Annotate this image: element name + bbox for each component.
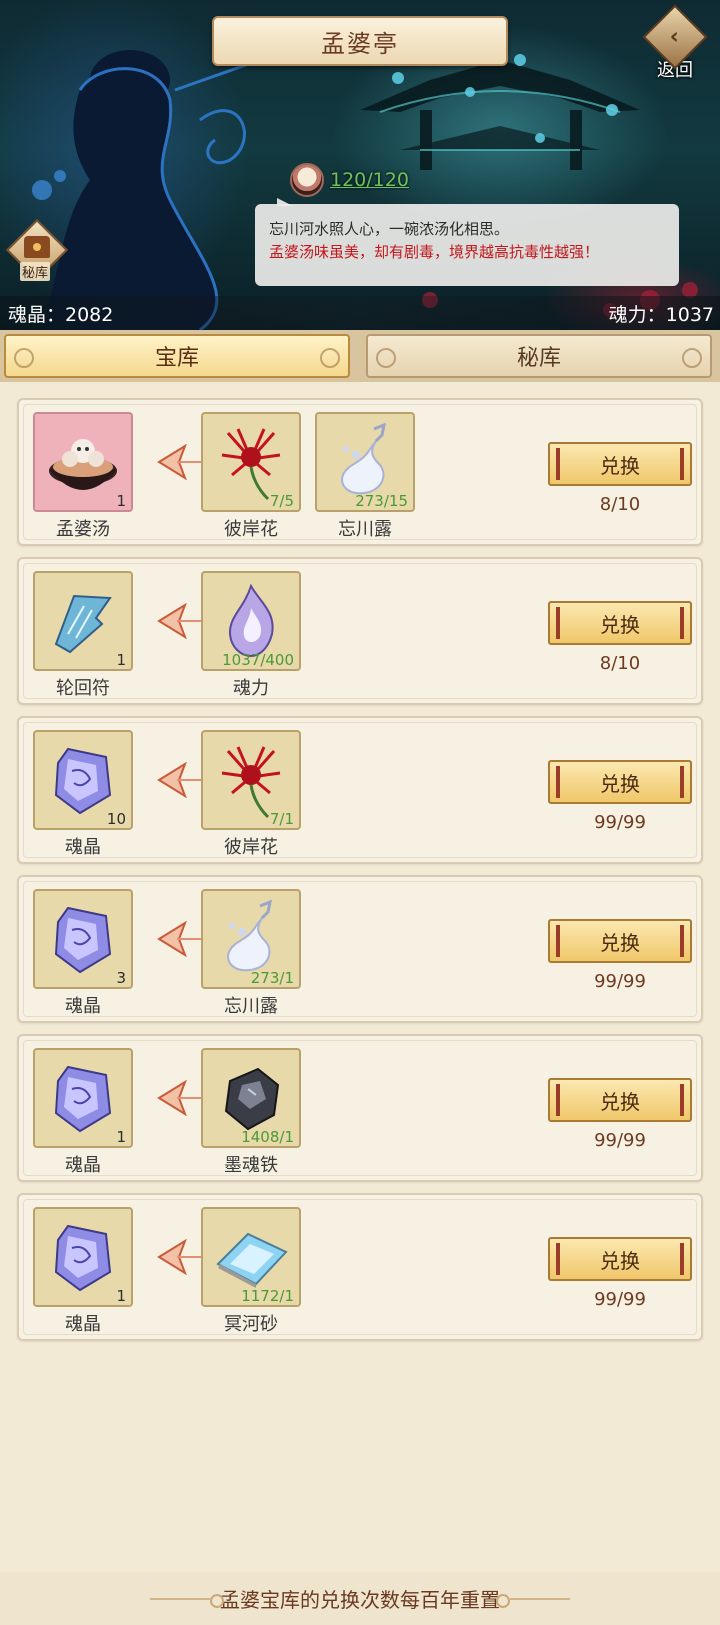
exchange-limit: 8/10 [599, 653, 641, 674]
exchange-row: 1 孟婆汤 7/5 彼岸花 273/15 忘川露 兑换 8/10 [17, 398, 703, 546]
exchange-button[interactable]: 兑换 [548, 760, 692, 804]
cost-item[interactable]: 1037/400 魂力 [201, 571, 301, 699]
cost-item[interactable]: 7/5 彼岸花 [201, 412, 301, 540]
exchange-limit: 99/99 [594, 1130, 646, 1151]
cost-item[interactable]: 7/1 彼岸花 [201, 730, 301, 858]
exchange-row: 3 魂晶 273/1 忘川露 兑换 99/99 [17, 875, 703, 1023]
reward-name: 魂晶 [65, 1155, 101, 1176]
exchange-row: 10 魂晶 7/1 彼岸花 兑换 99/99 [17, 716, 703, 864]
soul-crystal-amount: 魂晶：2082 [8, 303, 114, 326]
footer-ornament-left [150, 1593, 224, 1608]
reward-item[interactable]: 1 魂晶 [33, 1207, 133, 1335]
soup-bowl-icon [49, 439, 117, 490]
reward-count: 1 [116, 492, 126, 510]
npc-dialog: 忘川河水照人心，一碗浓汤化相思。 孟婆汤味虽美，却有剧毒，境界越高抗毒性越强！ [255, 198, 679, 286]
cost-count: 273/1 [250, 969, 294, 987]
page-title-plaque: 孟婆亭 [212, 16, 508, 66]
back-button[interactable]: ‹ 返回 [640, 4, 710, 84]
reward-name: 魂晶 [65, 837, 101, 858]
reward-name: 魂晶 [65, 1314, 101, 1335]
footer-ornament-right [496, 1593, 570, 1608]
treasure-chest-icon [24, 236, 50, 258]
cost-name: 忘川露 [338, 519, 392, 540]
reward-item[interactable]: 10 魂晶 [33, 730, 133, 858]
reward-name: 孟婆汤 [56, 519, 110, 540]
cost-count: 1037/400 [222, 651, 294, 669]
cost-name: 彼岸花 [224, 519, 278, 540]
reward-item[interactable]: 1 魂晶 [33, 1048, 133, 1176]
header-scene: 孟婆亭 ‹ 返回 120/120 忘川河水照人心，一碗浓汤化相思。 孟婆汤味虽美… [0, 0, 720, 330]
exchange-row: 1 魂晶 1408/1 墨魂铁 兑换 99/99 [17, 1034, 703, 1182]
exchange-button[interactable]: 兑换 [548, 919, 692, 963]
cost-name: 彼岸花 [224, 837, 278, 858]
exchange-button[interactable]: 兑换 [548, 1078, 692, 1122]
soul-power-amount: 魂力：1037 [608, 303, 714, 326]
reward-name: 魂晶 [65, 996, 101, 1017]
exchange-button[interactable]: 兑换 [548, 601, 692, 645]
tab-secret-vault[interactable]: 秘库 [366, 334, 712, 378]
soul-crystal-icon [54, 906, 112, 974]
tab-bar: 宝库 秘库 [0, 330, 720, 382]
exchange-limit: 99/99 [594, 1289, 646, 1310]
back-arrow-icon: ‹ [642, 4, 708, 70]
dialog-line-1: 忘川河水照人心，一碗浓汤化相思。 [269, 220, 510, 238]
secret-vault-button[interactable]: 秘库 [5, 218, 69, 284]
soup-counter[interactable]: 120/120 [290, 162, 409, 198]
cost-item[interactable]: 273/15 忘川露 [315, 412, 415, 540]
cost-count: 273/15 [355, 492, 408, 510]
cost-name: 魂力 [233, 678, 269, 699]
reward-count: 3 [116, 969, 126, 987]
reward-name: 轮回符 [56, 678, 110, 699]
exchange-row: 1 魂晶 1172/1 冥河砂 兑换 99/99 [17, 1193, 703, 1341]
cost-count: 1172/1 [241, 1287, 294, 1305]
soup-count: 120/120 [330, 169, 409, 191]
exchange-row: 1 轮回符 1037/400 魂力 兑换 8/10 [17, 557, 703, 705]
talisman-icon [54, 594, 112, 654]
reward-item[interactable]: 1 轮回符 [33, 571, 133, 699]
footer-notice: 孟婆宝库的兑换次数每百年重置 [0, 1572, 720, 1625]
exchange-limit: 99/99 [594, 812, 646, 833]
cost-name: 墨魂铁 [224, 1155, 278, 1176]
exchange-button[interactable]: 兑换 [548, 442, 692, 486]
reward-count: 1 [116, 651, 126, 669]
soul-crystal-icon [54, 1224, 112, 1292]
reward-count: 1 [116, 1287, 126, 1305]
footer-text: 孟婆宝库的兑换次数每百年重置 [220, 1588, 500, 1612]
cost-count: 7/1 [269, 810, 294, 828]
exchange-limit: 8/10 [599, 494, 641, 515]
soup-bowl-icon [290, 163, 324, 197]
reward-count: 1 [116, 1128, 126, 1146]
cost-name: 忘川露 [224, 996, 278, 1017]
cost-item[interactable]: 1408/1 墨魂铁 [201, 1048, 301, 1176]
cost-item[interactable]: 1172/1 冥河砂 [201, 1207, 301, 1335]
tab-treasury[interactable]: 宝库 [4, 334, 350, 378]
cost-count: 1408/1 [241, 1128, 294, 1146]
exchange-button[interactable]: 兑换 [548, 1237, 692, 1281]
cost-name: 冥河砂 [224, 1314, 278, 1335]
reward-item[interactable]: 1 孟婆汤 [33, 412, 133, 540]
exchange-list: 1 孟婆汤 7/5 彼岸花 273/15 忘川露 兑换 8/10 1 轮回符 1… [0, 382, 720, 1572]
page-title: 孟婆亭 [321, 29, 399, 58]
soul-crystal-icon [54, 1065, 112, 1133]
exchange-limit: 99/99 [594, 971, 646, 992]
dialog-line-2: 孟婆汤味虽美，却有剧毒，境界越高抗毒性越强！ [269, 243, 600, 261]
cost-item[interactable]: 273/1 忘川露 [201, 889, 301, 1017]
reward-item[interactable]: 3 魂晶 [33, 889, 133, 1017]
currency-bar: 魂晶：2082 魂力：1037 [0, 296, 720, 330]
cost-count: 7/5 [269, 492, 294, 510]
reward-count: 10 [106, 810, 126, 828]
secret-vault-label: 秘库 [20, 262, 51, 281]
